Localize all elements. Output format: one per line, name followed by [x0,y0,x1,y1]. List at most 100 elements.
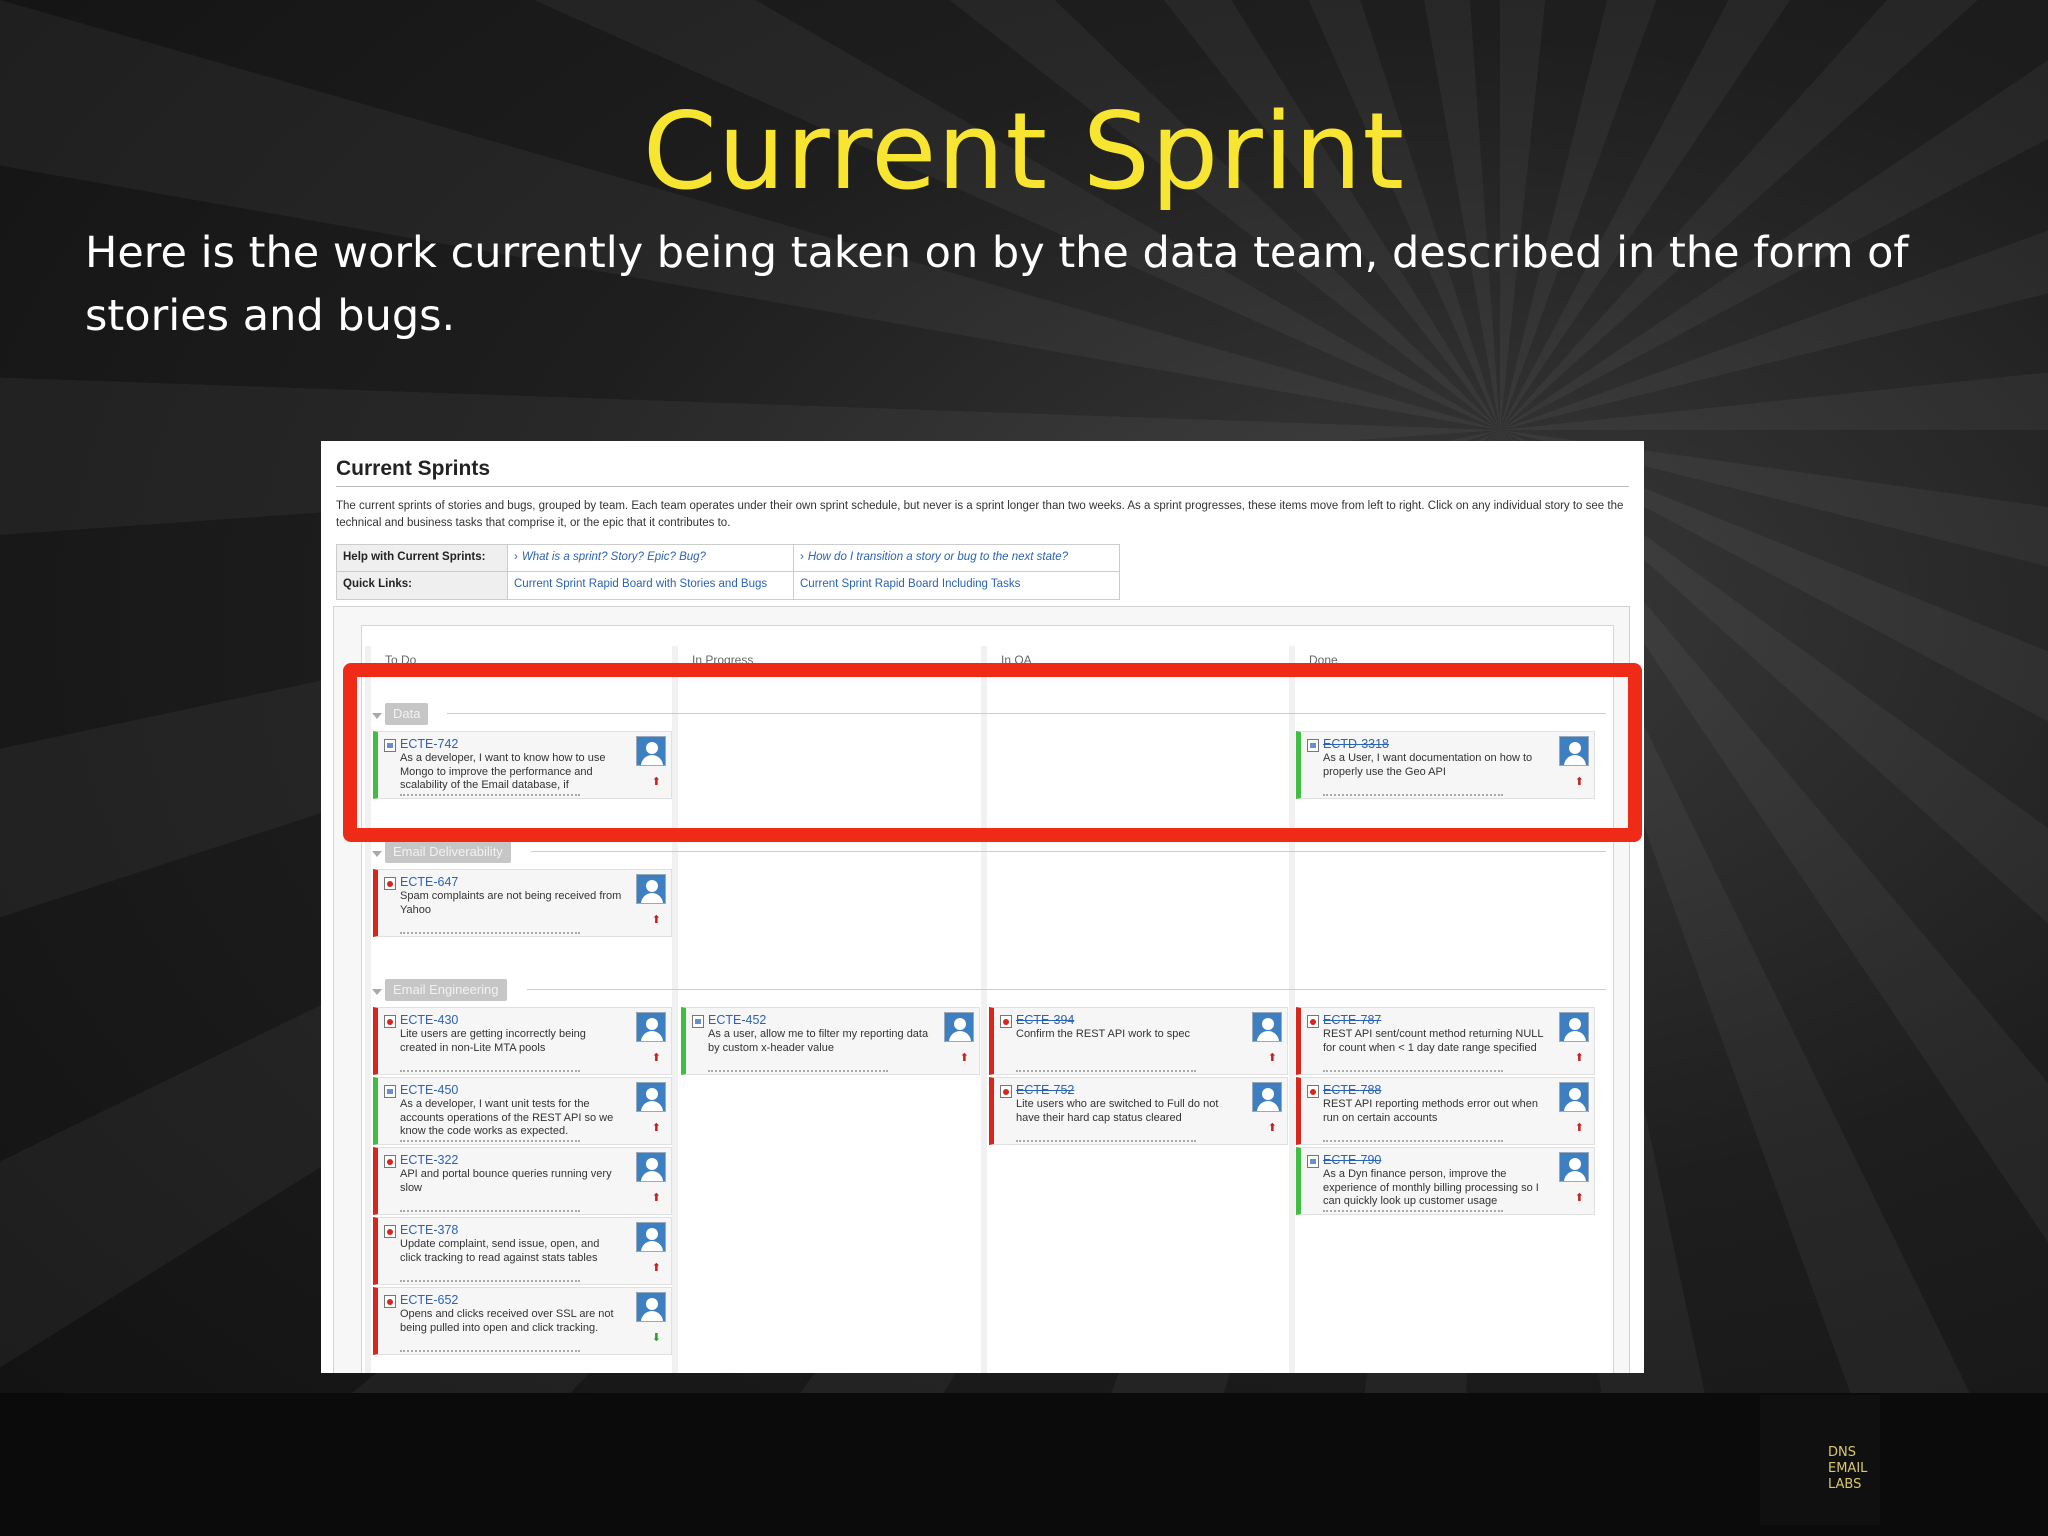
avatar-icon [636,1082,666,1112]
column-header-done: Done [1309,653,1338,663]
card-divider [400,1070,580,1072]
card-key[interactable]: ECTE-430 [400,1013,458,1027]
card-summary: Spam complaints are not being received f… [400,890,622,916]
card-key[interactable]: ECTE-647 [400,875,458,889]
card-summary: Opens and clicks received over SSL are n… [400,1308,614,1334]
card-key[interactable]: ECTE-452 [708,1013,766,1027]
swimlane-email-deliverability[interactable]: Email Deliverability [385,841,511,863]
column-header-todo: To Do [385,653,417,663]
priority-up-icon: ⬆ [1574,1192,1584,1204]
quick-link-including-tasks[interactable]: Current Sprint Rapid Board Including Tas… [794,572,1119,599]
column-header-in-progress: In Progress [692,653,754,663]
card-summary: As a Dyn finance person, improve the exp… [1323,1168,1539,1207]
priority-up-icon: ⬆ [651,1052,661,1064]
collapse-icon[interactable] [372,989,382,995]
card-key[interactable]: ECTE-378 [400,1223,458,1237]
quick-link-stories-bugs[interactable]: Current Sprint Rapid Board with Stories … [508,572,794,599]
bug-icon [1307,1015,1319,1028]
card-divider [1016,1070,1196,1072]
priority-up-icon: ⬆ [651,1122,661,1134]
collapse-icon[interactable] [372,851,382,857]
column-header-in-qa: In QA [1001,653,1032,663]
card-divider [1323,1210,1503,1212]
priority-up-icon: ⬆ [651,914,661,926]
card-key[interactable]: ECTE-652 [400,1293,458,1307]
panel-description: The current sprints of stories and bugs,… [336,500,1624,529]
card-ecte-450[interactable]: ECTE-450 As a developer, I want unit tes… [373,1077,672,1145]
footer-bar [0,1393,2048,1536]
chevron-right-icon: › [800,551,804,563]
data-swimlane-highlight [343,663,1642,842]
quick-links-row: Quick Links: Current Sprint Rapid Board … [337,572,1119,599]
card-divider [400,1140,580,1142]
panel-title: Current Sprints [336,457,491,480]
title-rule [336,486,1629,487]
card-ecte-378[interactable]: ECTE-378 Update complaint, send issue, o… [373,1217,672,1285]
avatar-icon [636,874,666,904]
priority-up-icon: ⬆ [1574,1122,1584,1134]
swimlane-email-engineering[interactable]: Email Engineering [385,979,507,1001]
swimlane-divider [531,851,1606,852]
card-ecte-652[interactable]: ECTE-652 Opens and clicks received over … [373,1287,672,1355]
card-ecte-787[interactable]: ECTE-787 REST API sent/count method retu… [1296,1007,1595,1075]
card-ecte-788[interactable]: ECTE-788 REST API reporting methods erro… [1296,1077,1595,1145]
quick-links-label: Quick Links: [337,572,508,599]
card-divider [1323,1140,1503,1142]
card-ecte-647[interactable]: ECTE-647 Spam complaints are not being r… [373,869,672,937]
card-summary: REST API reporting methods error out whe… [1323,1098,1539,1124]
slide-subtitle: Here is the work currently being taken o… [85,228,1909,341]
card-key[interactable]: ECTE-394 [1016,1013,1074,1027]
card-summary: REST API sent/count method returning NUL… [1323,1028,1544,1054]
help-label: Help with Current Sprints: [337,545,508,571]
chevron-right-icon: › [514,551,518,563]
card-divider [400,1280,580,1282]
priority-up-icon: ⬆ [651,1192,661,1204]
avatar-icon [636,1152,666,1182]
card-divider [400,1210,580,1212]
company-logo: DNS EMAIL LABS [1760,1395,1880,1525]
card-key[interactable]: ECTE-788 [1323,1083,1381,1097]
help-link-transition[interactable]: › How do I transition a story or bug to t… [794,545,1119,571]
card-summary: API and portal bounce queries running ve… [400,1168,612,1194]
card-key[interactable]: ECTE-752 [1016,1083,1074,1097]
avatar-icon [944,1012,974,1042]
avatar-icon [636,1012,666,1042]
story-icon [384,1085,396,1098]
card-key[interactable]: ECTE-322 [400,1153,458,1167]
help-link-sprint[interactable]: › What is a sprint? Story? Epic? Bug? [508,545,794,571]
help-table: Help with Current Sprints: › What is a sp… [336,544,1120,600]
card-ecte-790[interactable]: ECTE-790 As a Dyn finance person, improv… [1296,1147,1595,1215]
priority-down-icon: ⬇ [651,1332,661,1344]
priority-up-icon: ⬆ [1574,1052,1584,1064]
card-divider [708,1070,888,1072]
card-key[interactable]: ECTE-787 [1323,1013,1381,1027]
card-divider [400,932,580,934]
avatar-icon [636,1292,666,1322]
logo-text: DNS EMAIL LABS [1828,1445,1868,1492]
avatar-icon [636,1222,666,1252]
bug-icon [1307,1085,1319,1098]
priority-up-icon: ⬆ [1267,1122,1277,1134]
avatar-icon [1559,1012,1589,1042]
bug-icon [384,1155,396,1168]
priority-up-icon: ⬆ [1267,1052,1277,1064]
card-key[interactable]: ECTE-450 [400,1083,458,1097]
card-summary: Update complaint, send issue, open, and … [400,1238,600,1264]
card-divider [1016,1140,1196,1142]
card-divider [1323,1070,1503,1072]
bug-icon [1000,1085,1012,1098]
card-ecte-322[interactable]: ECTE-322 API and portal bounce queries r… [373,1147,672,1215]
swimlane-divider [527,989,1606,990]
priority-up-icon: ⬆ [651,1262,661,1274]
card-ecte-430[interactable]: ECTE-430 Lite users are getting incorrec… [373,1007,672,1075]
avatar-icon [1252,1082,1282,1112]
avatar-icon [1252,1012,1282,1042]
card-ecte-394[interactable]: ECTE-394 Confirm the REST API work to sp… [989,1007,1288,1075]
card-ecte-752[interactable]: ECTE-752 Lite users who are switched to … [989,1077,1288,1145]
bug-icon [384,1295,396,1308]
avatar-icon [1559,1152,1589,1182]
card-ecte-452[interactable]: ECTE-452 As a user, allow me to filter m… [681,1007,980,1075]
card-key[interactable]: ECTE-790 [1323,1153,1381,1167]
bug-icon [384,1225,396,1238]
priority-up-icon: ⬆ [959,1052,969,1064]
